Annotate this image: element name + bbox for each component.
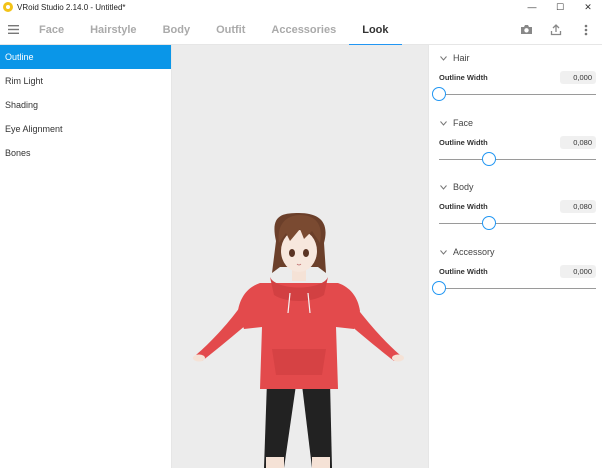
sidebar-item-eye-alignment[interactable]: Eye Alignment	[0, 117, 171, 141]
outline-width-value-input[interactable]: 0,080	[560, 135, 596, 149]
sidebar-item-outline[interactable]: Outline	[0, 45, 171, 69]
chevron-down-icon	[440, 55, 447, 61]
property-label: Outline Width	[439, 201, 488, 211]
chevron-down-icon	[440, 120, 447, 126]
export-icon[interactable]	[548, 22, 564, 38]
property-row: Outline Width 0,080	[429, 134, 602, 150]
tab-accessories[interactable]: Accessories	[258, 14, 349, 45]
tab-face[interactable]: Face	[26, 14, 77, 45]
slider-track	[439, 288, 596, 289]
property-label: Outline Width	[439, 266, 488, 276]
maximize-button[interactable]: ☐	[546, 0, 574, 14]
window-title: VRoid Studio 2.14.0 - Untitled*	[17, 2, 126, 12]
outline-width-slider[interactable]	[432, 279, 596, 297]
outline-width-value-input[interactable]: 0,080	[560, 199, 596, 213]
slider-thumb[interactable]	[432, 281, 446, 295]
nav-actions	[518, 14, 594, 45]
section-title: Accessory	[453, 247, 495, 257]
outline-width-slider[interactable]	[439, 214, 596, 232]
property-label: Outline Width	[439, 72, 488, 82]
tab-body[interactable]: Body	[150, 14, 204, 45]
chevron-down-icon	[440, 184, 447, 190]
outline-properties-panel: Hair Outline Width 0,000 Face Outline Wi…	[428, 45, 602, 468]
vroid-app-icon	[3, 2, 13, 12]
section-title: Face	[453, 118, 474, 128]
slider-thumb[interactable]	[432, 87, 446, 101]
section-hair: Hair Outline Width 0,000	[429, 47, 602, 103]
sidebar-item-bones[interactable]: Bones	[0, 141, 171, 165]
slider-track	[439, 94, 596, 95]
title-bar: VRoid Studio 2.14.0 - Untitled* — ☐ ✕	[0, 0, 602, 14]
hamburger-icon[interactable]	[0, 14, 26, 45]
avatar-model	[193, 213, 404, 468]
section-header-face[interactable]: Face	[429, 112, 602, 134]
property-label: Outline Width	[439, 137, 488, 147]
section-header-accessory[interactable]: Accessory	[429, 241, 602, 263]
slider-thumb[interactable]	[482, 152, 497, 166]
minimize-button[interactable]: —	[518, 0, 546, 14]
section-header-hair[interactable]: Hair	[429, 47, 602, 69]
section-accessory: Accessory Outline Width 0,000	[429, 241, 602, 297]
sidebar-item-rim-light[interactable]: Rim Light	[0, 69, 171, 93]
3d-viewport[interactable]	[172, 45, 428, 468]
look-category-sidebar: Outline Rim Light Shading Eye Alignment …	[0, 45, 172, 468]
tab-hairstyle[interactable]: Hairstyle	[77, 14, 149, 45]
close-button[interactable]: ✕	[574, 0, 602, 14]
section-title: Hair	[453, 53, 470, 63]
top-nav: Face Hairstyle Body Outfit Accessories L…	[0, 14, 602, 46]
tab-bar: Face Hairstyle Body Outfit Accessories L…	[26, 14, 402, 46]
tab-outfit[interactable]: Outfit	[203, 14, 258, 45]
sidebar-item-shading[interactable]: Shading	[0, 93, 171, 117]
property-row: Outline Width 0,000	[429, 263, 602, 279]
outline-width-value-input[interactable]: 0,000	[560, 264, 596, 278]
section-face: Face Outline Width 0,080	[429, 112, 602, 168]
outline-width-slider[interactable]	[439, 150, 596, 168]
tab-look[interactable]: Look	[349, 14, 402, 46]
more-vert-icon[interactable]	[578, 22, 594, 38]
slider-thumb[interactable]	[482, 216, 497, 230]
outline-width-value-input[interactable]: 0,000	[560, 70, 596, 84]
property-row: Outline Width 0,080	[429, 198, 602, 214]
chevron-down-icon	[440, 249, 447, 255]
property-row: Outline Width 0,000	[429, 69, 602, 85]
outline-width-slider[interactable]	[432, 85, 596, 103]
slider-track	[439, 223, 596, 224]
slider-track	[439, 159, 596, 160]
camera-icon[interactable]	[518, 22, 534, 38]
section-body: Body Outline Width 0,080	[429, 176, 602, 232]
section-header-body[interactable]: Body	[429, 176, 602, 198]
section-title: Body	[453, 182, 474, 192]
window-controls: — ☐ ✕	[518, 0, 602, 14]
